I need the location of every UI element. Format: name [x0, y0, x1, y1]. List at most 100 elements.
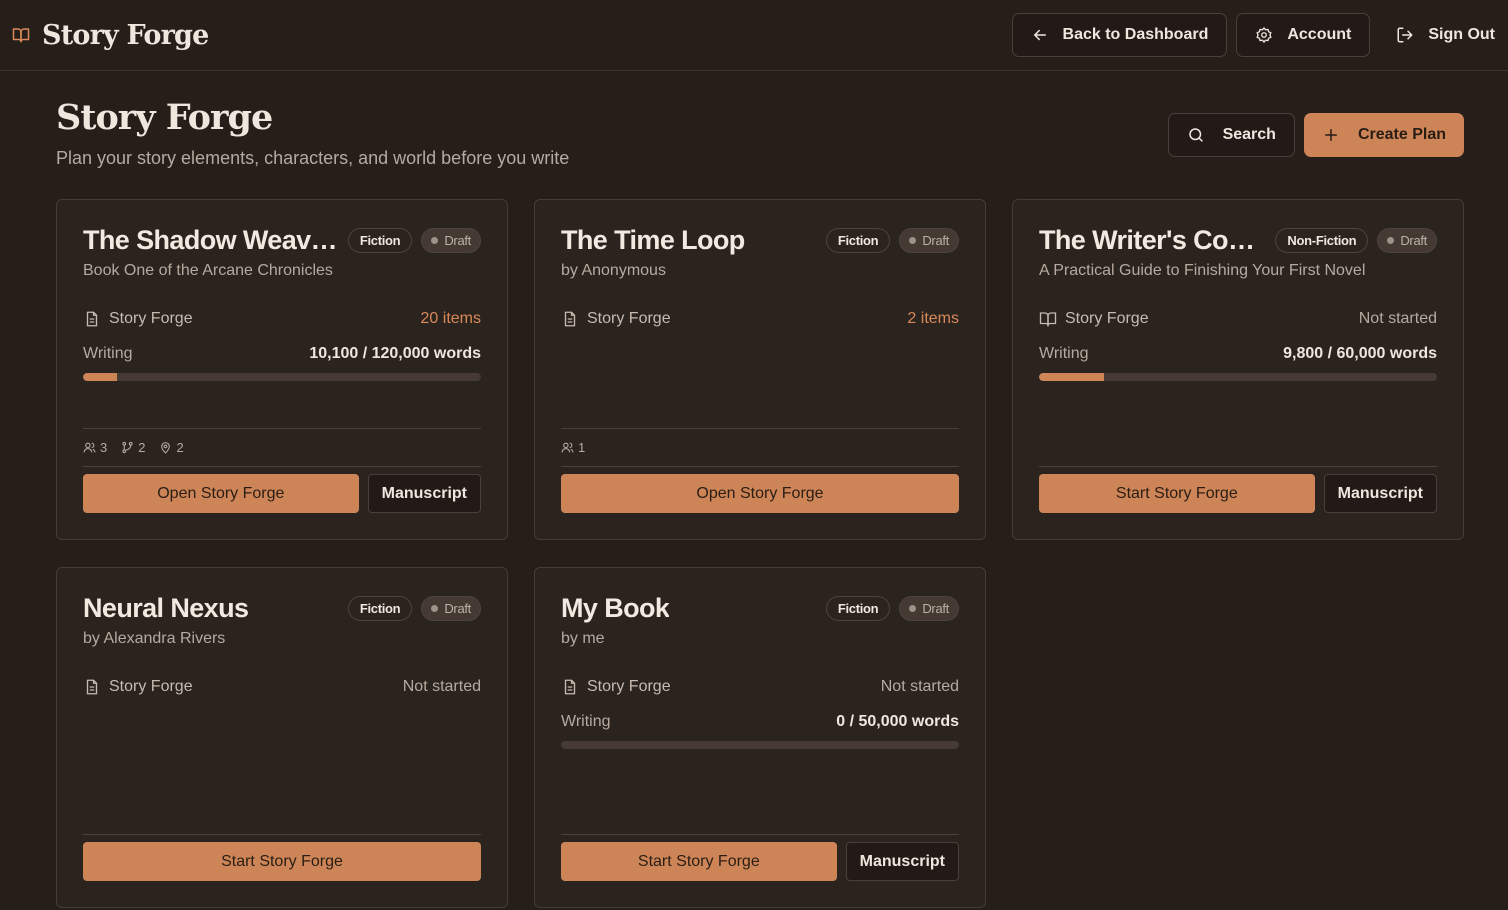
status-badge: Draft — [421, 228, 481, 253]
sign-out-label: Sign Out — [1428, 26, 1495, 43]
map-pin-icon — [159, 441, 172, 454]
genre-badge: Fiction — [347, 596, 413, 621]
card-title[interactable]: The Shadow Weav… — [83, 224, 337, 256]
genre-badge: Fiction — [825, 596, 891, 621]
plan-status: Not started — [402, 678, 481, 695]
card-title[interactable]: The Writer's Co… — [1039, 224, 1254, 256]
character-count: 1 — [578, 440, 586, 455]
create-plan-button[interactable]: Create Plan — [1303, 113, 1464, 157]
account-button[interactable]: Account — [1236, 13, 1371, 57]
status-label: Draft — [1400, 233, 1427, 248]
writing-progress-bar — [83, 373, 481, 381]
plan-label: Story Forge — [109, 310, 193, 327]
status-label: Draft — [922, 233, 949, 248]
search-button[interactable]: Search — [1167, 113, 1295, 157]
card-subtitle: by Anonymous — [561, 262, 666, 279]
character-count: 3 — [100, 440, 108, 455]
status-dot-icon — [431, 237, 439, 244]
status-dot-icon — [431, 605, 439, 612]
location-count: 2 — [176, 440, 184, 455]
main-content: Story Forge Plan your story elements, ch… — [0, 71, 1508, 908]
search-icon — [1187, 126, 1205, 144]
open-story-forge-button[interactable]: Open Story Forge — [561, 474, 959, 513]
card-subtitle: Book One of the Arcane Chronicles — [83, 262, 333, 279]
plan-item-count: 2 items — [907, 310, 959, 327]
document-icon — [561, 310, 579, 328]
plan-item-count: 20 items — [420, 310, 481, 327]
card-title[interactable]: Neural Nexus — [83, 592, 248, 624]
status-badge: Draft — [1377, 228, 1437, 253]
status-badge: Draft — [421, 596, 481, 621]
status-badge: Draft — [899, 228, 959, 253]
search-label: Search — [1222, 126, 1276, 143]
book-open-icon — [1039, 310, 1057, 328]
plan-card: The Writer's Co… Non-Fiction Draft A Pra… — [1012, 199, 1464, 540]
brand[interactable]: Story Forge — [8, 19, 209, 51]
word-count: 10,100 / 120,000 words — [309, 345, 481, 362]
plan-card: My Book Fiction Draft by me Story Forge … — [534, 567, 986, 908]
document-icon — [83, 678, 101, 696]
status-label: Draft — [444, 233, 471, 248]
plan-label: Story Forge — [109, 678, 193, 695]
account-label: Account — [1287, 26, 1352, 43]
plan-card: The Time Loop Fiction Draft by Anonymous… — [534, 199, 986, 540]
users-icon — [561, 441, 574, 454]
plan-card: Neural Nexus Fiction Draft by Alexandra … — [56, 567, 508, 908]
writing-label: Writing — [1039, 345, 1089, 362]
users-icon — [83, 441, 96, 454]
status-badge: Draft — [899, 596, 959, 621]
start-story-forge-button[interactable]: Start Story Forge — [83, 842, 481, 881]
plotline-count: 2 — [138, 440, 146, 455]
word-count: 9,800 / 60,000 words — [1283, 345, 1437, 362]
page-subtitle: Plan your story elements, characters, an… — [56, 148, 570, 168]
gear-icon — [1255, 26, 1273, 44]
genre-badge: Fiction — [825, 228, 891, 253]
book-open-icon — [8, 22, 34, 48]
plan-status: Not started — [880, 678, 959, 695]
status-dot-icon — [909, 237, 917, 244]
manuscript-button[interactable]: Manuscript — [845, 842, 959, 881]
card-title[interactable]: My Book — [561, 592, 669, 624]
document-icon — [83, 310, 101, 328]
card-subtitle: by Alexandra Rivers — [83, 630, 226, 647]
top-bar: Story Forge Back to Dashboard Account Si… — [0, 0, 1508, 71]
start-story-forge-button[interactable]: Start Story Forge — [1039, 474, 1315, 513]
progress-fill — [83, 373, 117, 381]
create-plan-label: Create Plan — [1357, 126, 1446, 143]
back-to-dashboard-label: Back to Dashboard — [1062, 26, 1209, 43]
plan-status: Not started — [1358, 310, 1437, 327]
card-subtitle: A Practical Guide to Finishing Your Firs… — [1039, 262, 1366, 279]
plan-label: Story Forge — [587, 310, 671, 327]
card-stats: 3 2 2 — [83, 428, 481, 466]
plan-card: The Shadow Weav… Fiction Draft Book One … — [56, 199, 508, 540]
start-story-forge-button[interactable]: Start Story Forge — [561, 842, 837, 881]
manuscript-button[interactable]: Manuscript — [1323, 474, 1437, 513]
back-to-dashboard-button[interactable]: Back to Dashboard — [1011, 13, 1228, 57]
genre-badge: Fiction — [347, 228, 413, 253]
card-title[interactable]: The Time Loop — [561, 224, 745, 256]
plan-label: Story Forge — [1065, 310, 1149, 327]
status-label: Draft — [444, 601, 471, 616]
page-title: Story Forge — [56, 97, 273, 138]
open-story-forge-button[interactable]: Open Story Forge — [83, 474, 359, 513]
word-count: 0 / 50,000 words — [836, 713, 959, 730]
status-dot-icon — [909, 605, 917, 612]
writing-progress-bar — [1039, 373, 1437, 381]
manuscript-button[interactable]: Manuscript — [367, 474, 481, 513]
card-subtitle: by me — [561, 630, 605, 647]
status-label: Draft — [922, 601, 949, 616]
sign-out-button[interactable]: Sign Out — [1379, 13, 1496, 57]
progress-fill — [1039, 373, 1104, 381]
git-branch-icon — [121, 441, 134, 454]
writing-label: Writing — [561, 713, 611, 730]
status-dot-icon — [1387, 237, 1395, 244]
sign-out-icon — [1396, 26, 1414, 44]
card-stats: 1 — [561, 428, 959, 466]
plus-icon — [1322, 126, 1340, 144]
genre-badge: Non-Fiction — [1275, 228, 1369, 253]
arrow-left-icon — [1031, 26, 1049, 44]
plan-label: Story Forge — [587, 678, 671, 695]
brand-name: Story Forge — [42, 19, 209, 51]
writing-label: Writing — [83, 345, 133, 362]
writing-progress-bar — [561, 741, 959, 749]
